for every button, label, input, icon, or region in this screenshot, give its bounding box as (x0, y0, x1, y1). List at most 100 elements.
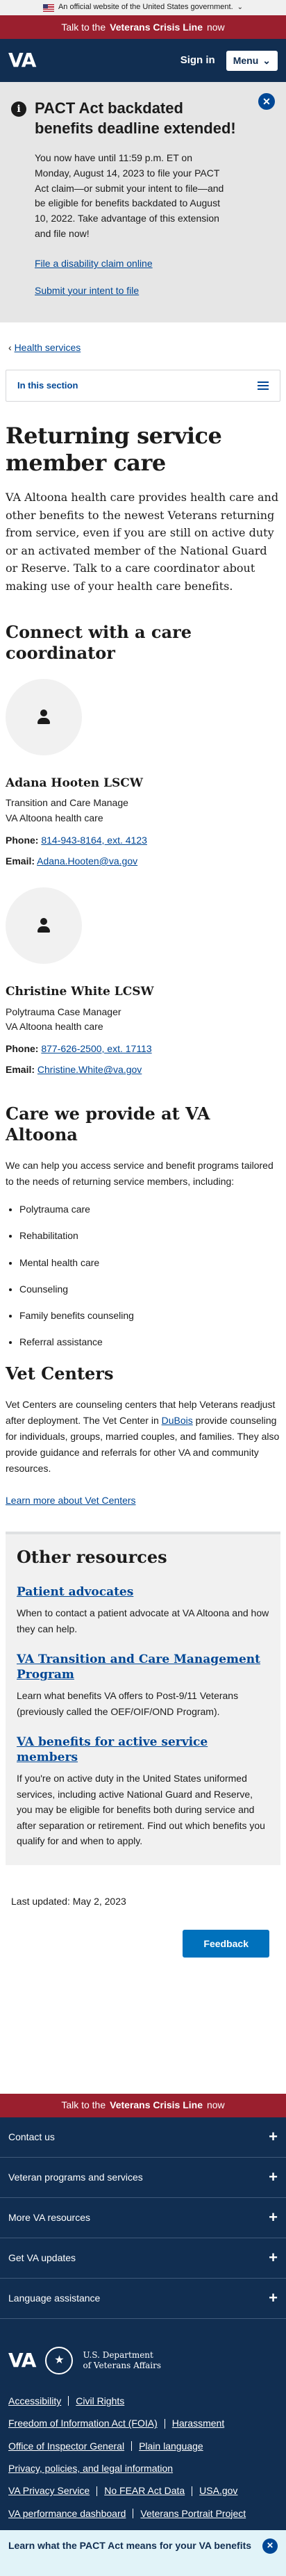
in-this-section-menu[interactable]: In this section (6, 370, 280, 402)
hamburger-icon (258, 382, 269, 391)
close-icon[interactable]: ✕ (258, 93, 275, 110)
footer-link[interactable]: Privacy, policies, and legal information (8, 2461, 173, 2475)
in-section-label: In this section (17, 379, 78, 391)
menu-label: Menu (233, 55, 259, 66)
care-heading: Care we provide at VA Altoona (6, 1103, 210, 1145)
phone-label: Phone: (6, 834, 39, 846)
va-logo[interactable]: VA (8, 47, 36, 75)
site-footer: Talk to the Veterans Crisis Line now Con… (0, 2093, 286, 2576)
avatar (6, 887, 82, 965)
footer-accordion-programs[interactable]: Veteran programs and services + (0, 2158, 286, 2198)
resource-desc: When to contact a patient advocate at VA… (17, 1607, 269, 1634)
footer-link[interactable]: Veterans Portrait Project (140, 2507, 246, 2520)
vet-centers-heading: Vet Centers (6, 1363, 114, 1384)
crisis-prefix: Talk to the (61, 2099, 106, 2111)
footer-link[interactable]: Harassment (172, 2416, 224, 2430)
footer-link[interactable]: Plain language (139, 2439, 203, 2453)
email-link[interactable]: Adana.Hooten@va.gov (37, 855, 137, 867)
official-gov-banner[interactable]: An official website of the United States… (0, 0, 286, 15)
site-header: VA Sign in Menu ⌄ (0, 39, 286, 82)
footer-link[interactable]: Civil Rights (76, 2394, 124, 2408)
crisis-line-banner[interactable]: Talk to the Veterans Crisis Line now (0, 15, 286, 39)
chevron-down-icon: ⌄ (237, 3, 244, 11)
list-item: Polytrauma care (19, 1202, 280, 1216)
person-icon (36, 918, 51, 933)
plus-icon: + (269, 2289, 278, 2307)
accordion-label: Contact us (8, 2131, 55, 2142)
footer-accordion-contact[interactable]: Contact us + (0, 2117, 286, 2158)
footer-link[interactable]: USA.gov (199, 2484, 237, 2497)
accordion-label: Get VA updates (8, 2251, 76, 2263)
resource-link[interactable]: VA benefits for active service members (17, 1734, 269, 1765)
vet-centers-more-link[interactable]: Learn more about Vet Centers (6, 1493, 280, 1507)
footer-accordion-updates[interactable]: Get VA updates + (0, 2238, 286, 2279)
coordinator-card: Adana Hooten LSCW Transition and Care Ma… (6, 678, 280, 869)
footer-links: Accessibility Civil Rights Freedom of Inf… (0, 2394, 286, 2520)
list-item: Mental health care (19, 1256, 280, 1270)
last-updated: Last updated: May 2, 2023 (11, 1896, 126, 1908)
coordinator-heading: Connect with a care coordinator (6, 621, 192, 663)
footer-accordion-language[interactable]: Language assistance + (0, 2279, 286, 2319)
crisis-suffix: now (206, 2099, 225, 2111)
resource-link[interactable]: VA Transition and Care Management Progra… (17, 1652, 269, 1682)
accordion-label: Veteran programs and services (8, 2171, 143, 2183)
alert-body: You now have until 11:59 p.m. ET on Mond… (35, 152, 224, 239)
alert-title: PACT Act backdated benefits deadline ext… (35, 99, 236, 137)
resources-heading: Other resources (17, 1546, 167, 1567)
list-item: Referral assistance (19, 1335, 280, 1349)
file-claim-link[interactable]: File a disability claim online (35, 256, 275, 270)
coordinator-title: Transition and Care Manage (6, 797, 128, 809)
person-icon (36, 709, 51, 725)
footer-link[interactable]: VA Privacy Service (8, 2484, 90, 2497)
sign-in-link[interactable]: Sign in (180, 53, 215, 68)
footer-link[interactable]: No FEAR Act Data (104, 2484, 185, 2497)
dubois-link[interactable]: DuBois (162, 1415, 193, 1426)
menu-button[interactable]: Menu ⌄ (226, 50, 278, 71)
feedback-button[interactable]: Feedback (183, 1929, 269, 1958)
us-flag-icon (42, 3, 54, 12)
footer-link[interactable]: Accessibility (8, 2394, 61, 2408)
care-list: Polytrauma care Rehabilitation Mental he… (6, 1202, 280, 1349)
close-icon[interactable]: ✕ (262, 2538, 278, 2554)
crisis-suffix: now (206, 21, 225, 33)
chevron-left-icon: ‹ (8, 341, 12, 353)
pact-promo-bar[interactable]: Learn what the PACT Act means for your V… (0, 2529, 286, 2576)
footer-va-logo[interactable]: VA (8, 2347, 36, 2375)
phone-link[interactable]: 814-943-8164, ext. 4123 (41, 835, 147, 846)
plus-icon: + (269, 2168, 278, 2186)
list-item: Rehabilitation (19, 1229, 280, 1242)
footer-link[interactable]: Freedom of Information Act (FOIA) (8, 2416, 158, 2430)
page-intro: VA Altoona health care provides health c… (6, 490, 279, 593)
department-name: U.S. Department of Veterans Affairs (83, 2350, 161, 2370)
plus-icon: + (269, 2128, 278, 2146)
pact-alert: ✕ i PACT Act backdated benefits deadline… (0, 82, 286, 322)
chevron-down-icon: ⌄ (262, 54, 271, 66)
email-label: Email: (6, 1064, 35, 1076)
other-resources: Other resources Patient advocates When t… (6, 1531, 280, 1866)
plus-icon: + (269, 2249, 278, 2267)
breadcrumb-health-services[interactable]: Health services (15, 342, 81, 353)
coordinator-org: VA Altoona health care (6, 812, 103, 823)
crisis-line-link[interactable]: Veterans Crisis Line (110, 2098, 203, 2112)
pact-promo-text: Learn what the PACT Act means for your V… (8, 2539, 252, 2551)
va-seal-icon: ★ (45, 2346, 74, 2374)
crisis-prefix: Talk to the (61, 21, 106, 33)
breadcrumb: ‹ Health services (0, 322, 286, 354)
main-content: Returning service member care VA Altoona… (0, 423, 286, 1958)
email-link[interactable]: Christine.White@va.gov (37, 1064, 142, 1075)
plus-icon: + (269, 2208, 278, 2226)
phone-link[interactable]: 877-626-2500, ext. 17113 (41, 1043, 151, 1054)
resource-link[interactable]: Patient advocates (17, 1584, 269, 1600)
footer-crisis-line[interactable]: Talk to the Veterans Crisis Line now (0, 2093, 286, 2117)
info-icon: i (11, 101, 26, 117)
footer-link[interactable]: Office of Inspector General (8, 2439, 124, 2453)
footer-link[interactable]: VA performance dashboard (8, 2507, 126, 2520)
resource-desc: Learn what benefits VA offers to Post-9/… (17, 1690, 239, 1717)
crisis-line-link[interactable]: Veterans Crisis Line (110, 20, 203, 34)
coordinator-name: Christine White LCSW (6, 985, 154, 999)
vet-centers-text: Vet Centers are counseling centers that … (6, 1397, 280, 1477)
list-item: Counseling (19, 1282, 280, 1296)
intent-to-file-link[interactable]: Submit your intent to file (35, 284, 275, 297)
footer-accordion-resources[interactable]: More VA resources + (0, 2198, 286, 2238)
dept-line2: of Veterans Affairs (83, 2360, 161, 2370)
